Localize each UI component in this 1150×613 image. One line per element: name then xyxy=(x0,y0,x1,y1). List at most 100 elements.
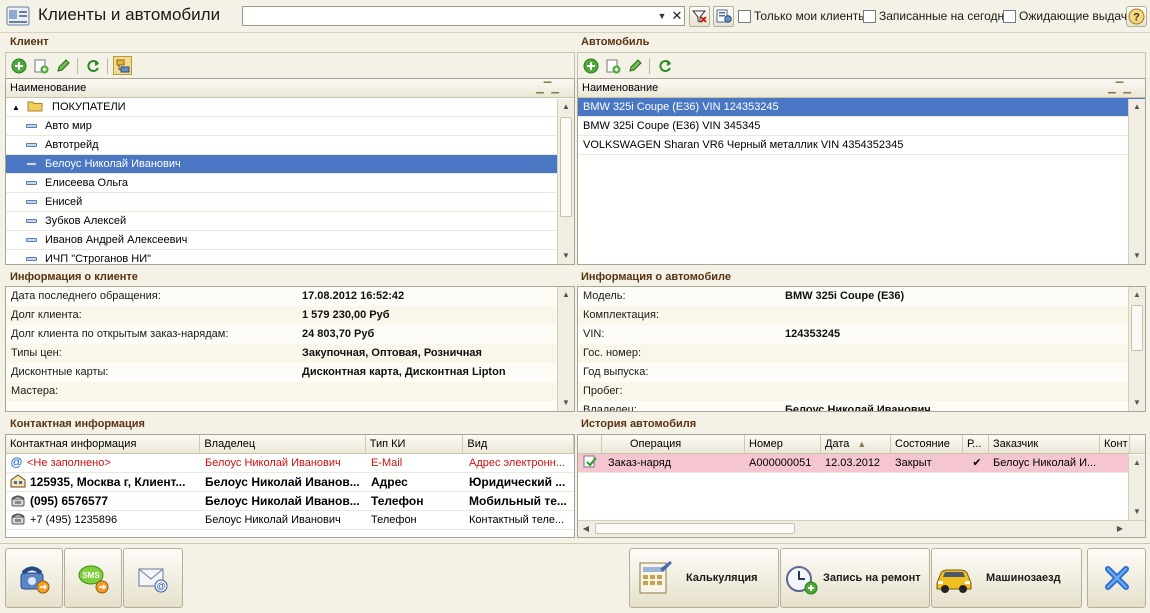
history-hscroll[interactable]: ◀ ▶ xyxy=(578,520,1145,537)
search-input[interactable] xyxy=(245,8,653,24)
checkbox-box[interactable] xyxy=(738,9,751,23)
pencil-icon xyxy=(628,58,642,72)
column-header[interactable]: Номер xyxy=(745,435,821,454)
client-row[interactable]: Елисеева Ольга xyxy=(6,174,574,193)
calculation-button[interactable]: Калькуляция xyxy=(629,548,779,608)
call-button[interactable] xyxy=(5,548,63,608)
column-header-label: Заказчик xyxy=(993,437,1039,450)
hierarchy-mode-button[interactable] xyxy=(113,56,132,75)
copy-car-button[interactable] xyxy=(603,56,622,75)
sort-icon[interactable]: ▲ xyxy=(857,439,866,449)
car-row[interactable]: BMW 325i Coupe (E36) VIN 124353245 xyxy=(578,98,1145,117)
scroll-thumb[interactable] xyxy=(560,117,572,217)
refresh-cars-button[interactable] xyxy=(655,56,674,75)
car-row[interactable]: BMW 325i Coupe (E36) VIN 345345 xyxy=(578,117,1145,136)
repair-booking-button[interactable]: Запись на ремонт xyxy=(780,548,930,608)
client-group-row[interactable]: ▲ ПОКУПАТЕЛИ xyxy=(6,98,574,117)
scroll-thumb[interactable] xyxy=(595,523,795,534)
client-list-scrollbar[interactable]: ▲ ▼ xyxy=(557,99,574,264)
column-header[interactable]: Операция xyxy=(602,435,745,454)
column-header-name[interactable]: Наименование xyxy=(6,79,558,98)
add-client-button[interactable] xyxy=(9,56,28,75)
scroll-thumb[interactable] xyxy=(1131,305,1143,351)
recorded-today-checkbox[interactable]: Записанные на сегодня xyxy=(863,9,1011,23)
settings-button[interactable] xyxy=(713,6,734,27)
scroll-right-icon[interactable]: ▶ xyxy=(1112,521,1128,537)
scroll-down-icon[interactable]: ▼ xyxy=(1129,248,1145,264)
item-icon xyxy=(26,257,37,262)
refresh-clients-button[interactable] xyxy=(83,56,102,75)
chevron-down-icon[interactable]: ▼ xyxy=(655,7,669,25)
column-header[interactable]: Дата ▲ xyxy=(821,435,891,454)
doc-check-icon xyxy=(582,454,600,473)
sort-icon[interactable]: ▁▔▁ xyxy=(1108,83,1131,94)
contact-row[interactable]: +7 (495) 1235896 Белоус Николай Иванович Т… xyxy=(6,511,574,530)
contact-row[interactable]: 125935, Москва г, Клиент... Белоус Никола… xyxy=(6,473,574,492)
scroll-up-icon[interactable]: ▲ xyxy=(558,99,574,115)
scroll-up-icon[interactable]: ▲ xyxy=(1129,99,1145,115)
scroll-up-icon[interactable]: ▲ xyxy=(1129,455,1145,471)
contact-cell-type: E-Mail xyxy=(371,454,463,473)
scroll-down-icon[interactable]: ▼ xyxy=(558,395,574,411)
help-button[interactable]: ? xyxy=(1126,6,1147,27)
scroll-left-icon[interactable]: ◀ xyxy=(578,521,594,537)
contact-row[interactable]: @ <Не заполнено> Белоус Николай Иванович E-… xyxy=(6,454,574,473)
client-row[interactable]: Авто мир xyxy=(6,117,574,136)
scroll-up-icon[interactable]: ▲ xyxy=(558,287,574,303)
car-info-scrollbar[interactable]: ▲ ▼ xyxy=(1128,287,1145,411)
clear-filter-button[interactable] xyxy=(689,6,710,27)
column-header[interactable]: Р... xyxy=(963,435,989,454)
car-arrival-button[interactable]: Машинозаезд xyxy=(931,548,1082,608)
info-label: Мастера: xyxy=(11,385,59,397)
contact-row[interactable]: (095) 6576577 Белоус Николай Иванов... Тел… xyxy=(6,492,574,511)
column-header-icon[interactable] xyxy=(578,435,602,454)
contact-kind: Мобильный те... xyxy=(469,494,567,508)
checkbox-box[interactable] xyxy=(863,9,876,23)
client-row[interactable]: Зубков Алексей xyxy=(6,212,574,231)
only-my-clients-checkbox[interactable]: Только мои клиенты xyxy=(738,9,867,23)
car-list-scrollbar[interactable]: ▲ ▼ xyxy=(1128,99,1145,264)
column-header[interactable]: Состояние xyxy=(891,435,963,454)
close-icon[interactable]: ✕ xyxy=(670,7,684,25)
column-header[interactable]: Заказчик xyxy=(989,435,1100,454)
column-header[interactable]: Контактная информация xyxy=(6,435,201,454)
column-header-name[interactable]: Наименование xyxy=(578,79,1128,98)
scroll-down-icon[interactable]: ▼ xyxy=(1129,504,1145,520)
history-number: А000000051 xyxy=(749,457,812,469)
client-row[interactable]: Автотрейд xyxy=(6,136,574,155)
client-name: Иванов Андрей Алексеевич xyxy=(45,234,188,246)
car-info-row: Комплектация: xyxy=(578,306,1145,325)
edit-client-button[interactable] xyxy=(53,56,72,75)
client-info-row: Дисконтные карты: Дисконтная карта, Диско… xyxy=(6,363,574,382)
expand-icon[interactable]: ▲ xyxy=(12,103,20,112)
client-row[interactable]: Иванов Андрей Алексеевич xyxy=(6,231,574,250)
close-button[interactable] xyxy=(1087,548,1146,608)
column-header[interactable]: Владелец xyxy=(200,435,366,454)
contact-info: (095) 6576577 xyxy=(30,494,109,508)
column-header[interactable]: Конт xyxy=(1100,435,1130,454)
column-header[interactable]: Тип КИ xyxy=(366,435,464,454)
scroll-down-icon[interactable]: ▼ xyxy=(558,248,574,264)
email-button[interactable]: @ xyxy=(123,548,183,608)
sms-button[interactable]: SMS xyxy=(64,548,122,608)
client-row[interactable]: Енисей xyxy=(6,193,574,212)
awaiting-delivery-checkbox[interactable]: Ожидающие выдачи xyxy=(1003,9,1134,23)
scroll-down-icon[interactable]: ▼ xyxy=(1129,395,1145,411)
client-row[interactable]: Белоус Николай Иванович xyxy=(6,155,574,174)
scroll-up-icon[interactable]: ▲ xyxy=(1129,287,1145,303)
client-info-scrollbar[interactable]: ▲ ▼ xyxy=(557,287,574,411)
edit-car-button[interactable] xyxy=(625,56,644,75)
search-field[interactable]: ▼ ✕ xyxy=(242,6,685,26)
history-row[interactable]: Заказ-наряд А000000051 12.03.2012 Закрыт ✔ Бе… xyxy=(578,454,1129,473)
client-row[interactable]: ИЧП "Строганов НИ" xyxy=(6,250,574,264)
contact-cell-kind: Контактный теле... xyxy=(469,511,574,530)
add-car-button[interactable] xyxy=(581,56,600,75)
checkbox-box[interactable] xyxy=(1003,9,1016,23)
car-name: BMW 325i Coupe (E36) VIN 345345 xyxy=(583,120,761,132)
history-vscroll[interactable]: ▲ ▼ xyxy=(1128,455,1145,520)
column-header[interactable]: Вид xyxy=(463,435,574,454)
copy-client-button[interactable] xyxy=(31,56,50,75)
sort-icon[interactable]: ▁▔▁ xyxy=(536,83,559,94)
calculator-icon xyxy=(639,561,672,594)
car-row[interactable]: VOLKSWAGEN Sharan VR6 Черный металлик VI… xyxy=(578,136,1145,155)
